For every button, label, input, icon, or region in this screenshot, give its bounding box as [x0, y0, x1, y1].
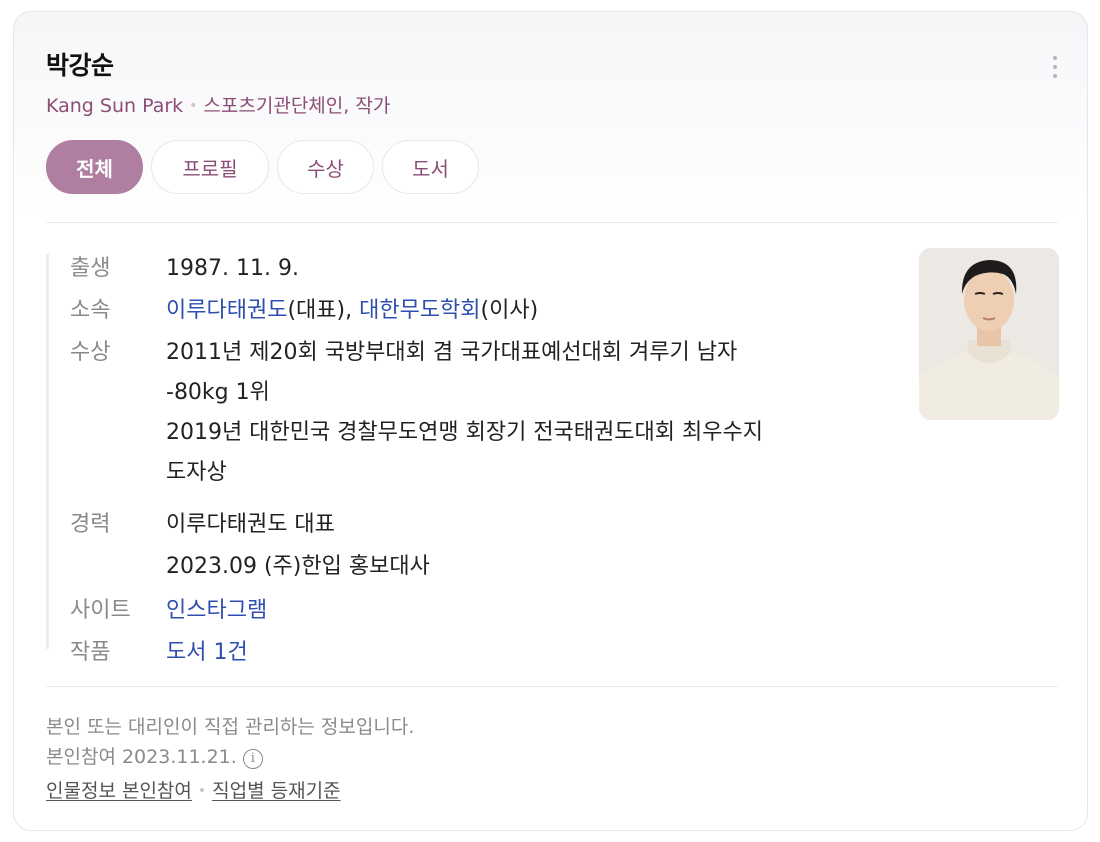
career-line: 2023.09 (주)한입 홍보대사 [166, 554, 430, 579]
award-line: 도자상 [166, 460, 227, 485]
person-name: 박강순 [46, 51, 114, 80]
separator-dot: • [197, 783, 207, 799]
tab-profile[interactable]: 프로필 [151, 140, 269, 194]
participation-date: 본인참여 2023.11.21. [46, 746, 237, 768]
person-subtitle: Kang Sun Park • 스포츠기관단체인, 작가 [46, 91, 390, 118]
occupation: 스포츠기관단체인, 작가 [203, 95, 391, 117]
affiliation-value: 이루다태권도(대표), 대한무도학회(이사) [166, 290, 538, 332]
divider [46, 686, 1058, 687]
affiliation-link-2[interactable]: 대한무도학회 [359, 298, 480, 323]
info-left-border [46, 254, 49, 649]
info-label: 소속 [70, 298, 111, 323]
affiliation-role-2: (이사) [480, 298, 539, 323]
books-link[interactable]: 도서 1건 [166, 632, 248, 674]
affiliation-role-1: (대표), [287, 298, 360, 323]
award-line: 2019년 대한민국 경찰무도연맹 회장기 전국태권도대회 최우수지 [166, 420, 763, 445]
english-name: Kang Sun Park [46, 95, 184, 117]
profile-photo-illustration [919, 248, 1059, 420]
instagram-link[interactable]: 인스타그램 [166, 590, 267, 632]
person-card: 박강순 Kang Sun Park • 스포츠기관단체인, 작가 전체 프로필 수상… [13, 11, 1088, 831]
more-options-icon[interactable] [1050, 56, 1060, 82]
award-line: -80kg 1위 [166, 380, 270, 405]
award-line: 2011년 제20회 국방부대회 겸 국가대표예선대회 겨루기 남자 [166, 340, 738, 365]
info-label: 수상 [70, 340, 111, 365]
info-circle-icon[interactable]: i [242, 749, 263, 769]
separator-dot: • [189, 98, 198, 114]
info-label: 출생 [70, 256, 111, 281]
info-label: 작품 [70, 640, 111, 665]
affiliation-link-1[interactable]: 이루다태권도 [166, 298, 287, 323]
divider [46, 222, 1058, 223]
listing-criteria-link[interactable]: 직업별 등재기준 [212, 780, 340, 802]
footer-links: 인물정보 본인참여 • 직업별 등재기준 [46, 776, 341, 803]
career-line: 이루다태권도 대표 [166, 512, 335, 537]
tab-awards[interactable]: 수상 [277, 140, 374, 194]
info-label: 사이트 [70, 598, 131, 623]
managed-notice: 본인 또는 대리인이 직접 관리하는 정보입니다. [46, 716, 415, 738]
birth-date: 1987. 11. 9. [166, 256, 299, 281]
self-participation-link[interactable]: 인물정보 본인참여 [46, 780, 192, 802]
participation-line: 본인참여 2023.11.21. i [46, 742, 263, 769]
profile-photo[interactable] [919, 248, 1059, 420]
tab-books[interactable]: 도서 [382, 140, 479, 194]
tab-all[interactable]: 전체 [46, 140, 143, 194]
info-label: 경력 [70, 512, 111, 537]
